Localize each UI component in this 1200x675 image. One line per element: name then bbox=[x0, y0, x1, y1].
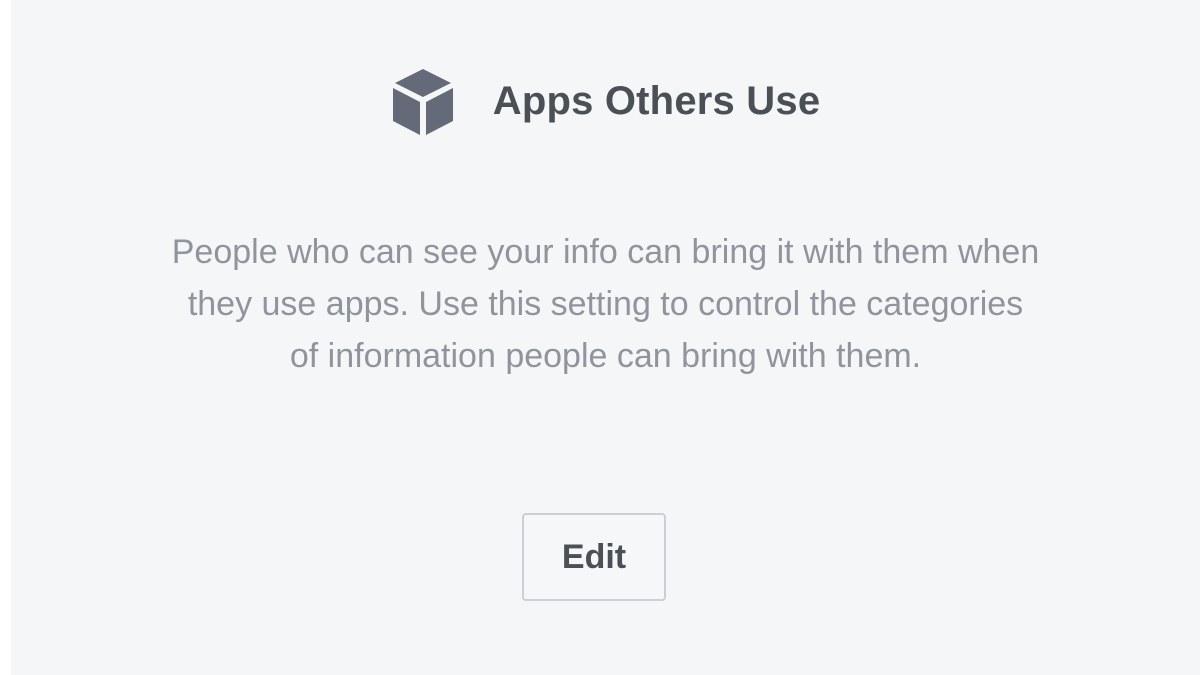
section-description: People who can see your info can bring i… bbox=[51, 226, 1160, 382]
description-line: People who can see your info can bring i… bbox=[171, 233, 1040, 271]
edit-button[interactable]: Edit bbox=[522, 513, 666, 601]
section-header: Apps Others Use bbox=[11, 66, 1200, 138]
description-line: they use apps. Use this setting to contr… bbox=[187, 285, 1024, 323]
section-title: Apps Others Use bbox=[492, 78, 821, 123]
cube-icon bbox=[391, 67, 455, 137]
apps-others-use-panel: Apps Others Use People who can see your … bbox=[11, 0, 1200, 675]
description-line: of information people can bring with the… bbox=[289, 337, 922, 375]
